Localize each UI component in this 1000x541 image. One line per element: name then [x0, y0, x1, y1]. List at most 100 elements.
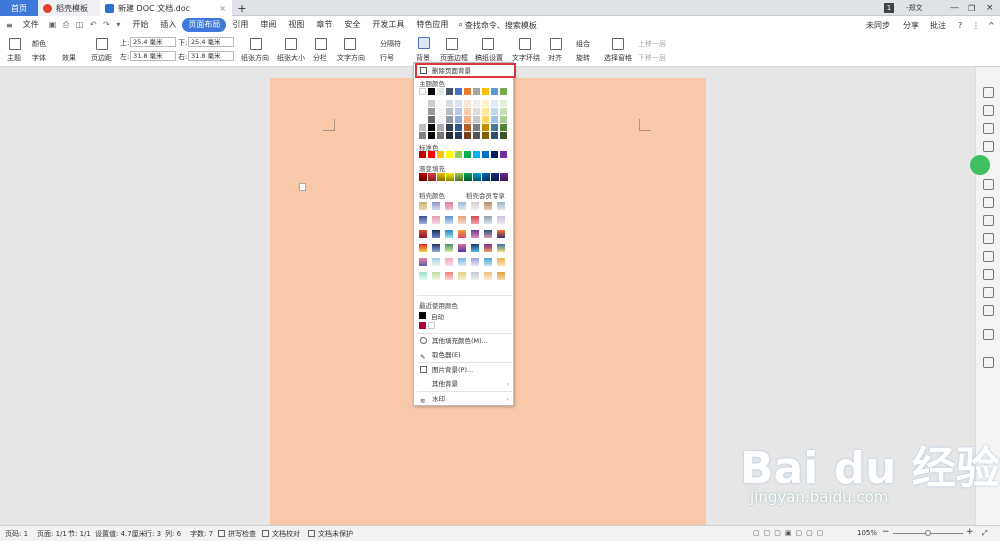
sync-status[interactable]: 未同步 [866, 20, 890, 31]
shell-color-swatch[interactable] [497, 230, 505, 238]
gradient-swatch[interactable] [482, 173, 490, 181]
shell-color-swatch[interactable] [458, 258, 466, 266]
protect-status[interactable]: 文档未保护 [318, 529, 353, 539]
fit-window-icon[interactable]: ⤢ [982, 529, 988, 538]
gradient-swatch[interactable] [437, 173, 445, 181]
tab-document[interactable]: 新建 DOC 文档.doc × [100, 0, 232, 16]
selection-pane-icon[interactable] [612, 38, 624, 50]
shell-color-swatch[interactable] [497, 244, 505, 252]
theme-color-swatch[interactable] [464, 108, 471, 115]
theme-button[interactable]: 主题 [7, 53, 21, 63]
stamp-icon[interactable] [983, 141, 994, 152]
align-button[interactable]: 对齐 [548, 53, 562, 63]
share-button[interactable]: 分享 [903, 20, 919, 31]
theme-color-swatch[interactable] [437, 100, 444, 107]
theme-color-swatch[interactable] [482, 100, 489, 107]
theme-color-swatch[interactable] [491, 124, 498, 131]
menu-reference[interactable]: 引用 [226, 18, 254, 32]
menu-chapter[interactable]: 章节 [310, 18, 338, 32]
shell-color-swatch[interactable] [419, 272, 427, 280]
shell-color-swatch[interactable] [497, 216, 505, 224]
shell-color-swatch[interactable] [471, 272, 479, 280]
export-icon[interactable] [983, 251, 994, 262]
theme-color-swatch[interactable] [428, 132, 435, 139]
paper-setting-icon[interactable] [482, 38, 494, 50]
columns-icon[interactable] [315, 38, 327, 50]
gradient-swatch[interactable] [446, 173, 454, 181]
background-icon[interactable] [418, 37, 430, 49]
theme-color-swatch[interactable] [455, 88, 462, 95]
theme-color-swatch[interactable] [455, 108, 462, 115]
standard-color-swatch[interactable] [428, 151, 435, 158]
menu-page-layout[interactable]: 页面布局 [182, 18, 227, 32]
theme-color-swatch[interactable] [464, 124, 471, 131]
theme-color-swatch[interactable] [419, 132, 426, 139]
shell-color-swatch[interactable] [445, 244, 453, 252]
shell-color-swatch[interactable] [471, 216, 479, 224]
menu-dev-tools[interactable]: 开发工具 [366, 18, 410, 32]
theme-color-swatch[interactable] [428, 108, 435, 115]
wrap-icon[interactable] [519, 38, 531, 50]
user-name[interactable]: -郑文 [906, 0, 923, 16]
orientation-button[interactable]: 纸张方向 [241, 53, 269, 63]
page-border-icon[interactable] [446, 38, 458, 50]
standard-color-swatch[interactable] [491, 151, 498, 158]
menu-insert[interactable]: 插入 [154, 18, 182, 32]
zoom-in-icon[interactable]: + [966, 527, 974, 537]
close-tab-icon[interactable]: × [219, 4, 226, 13]
view-mode-icons[interactable]: ▢▢▢▣▢▢▢ [753, 529, 827, 537]
text-direction-icon[interactable] [344, 38, 356, 50]
theme-color-swatch[interactable] [419, 116, 426, 123]
standard-color-swatch[interactable] [446, 151, 453, 158]
more-tools-icon[interactable] [983, 357, 994, 368]
theme-color-swatch[interactable] [491, 88, 498, 95]
theme-color-swatch[interactable] [446, 132, 453, 139]
theme-color-swatch[interactable] [428, 88, 435, 95]
settings-icon[interactable] [983, 215, 994, 226]
shell-color-swatch[interactable] [432, 216, 440, 224]
bottom-margin-input[interactable]: 25.4 毫米 [188, 37, 234, 47]
rotate-button[interactable]: 旋转 [576, 53, 590, 63]
theme-color-swatch[interactable] [464, 132, 471, 139]
theme-color-swatch[interactable] [482, 116, 489, 123]
grid-icon[interactable] [983, 179, 994, 190]
picture-background-item[interactable]: 图片背景(P)... [417, 364, 512, 376]
standard-color-swatch[interactable] [473, 151, 480, 158]
auto-color-option[interactable]: 自动 [431, 311, 444, 321]
theme-color-swatch[interactable] [437, 132, 444, 139]
theme-color-swatch[interactable] [464, 116, 471, 123]
chart-icon[interactable] [983, 197, 994, 208]
menu-special[interactable]: 特色应用 [410, 18, 454, 32]
margin-button[interactable]: 页边距 [91, 53, 112, 63]
theme-color-swatch[interactable] [473, 108, 480, 115]
effect-button[interactable]: 效果 [62, 53, 76, 63]
theme-color-swatch[interactable] [491, 100, 498, 107]
shell-color-swatch[interactable] [497, 258, 505, 266]
status-words[interactable]: 字数: 7 [190, 529, 213, 539]
left-margin-input[interactable]: 31.8 毫米 [130, 51, 176, 61]
shell-color-swatch[interactable] [458, 272, 466, 280]
standard-color-swatch[interactable] [455, 151, 462, 158]
theme-color-swatch[interactable] [446, 88, 453, 95]
shell-color-swatch[interactable] [419, 258, 427, 266]
shell-color-swatch[interactable] [484, 216, 492, 224]
shell-color-swatch[interactable] [445, 272, 453, 280]
theme-color-swatch[interactable] [473, 132, 480, 139]
theme-color-swatch[interactable] [491, 132, 498, 139]
shell-color-swatch[interactable] [445, 258, 453, 266]
shell-color-swatch[interactable] [445, 230, 453, 238]
other-fill-color-item[interactable]: 其他填充颜色(M)... [417, 335, 512, 347]
collapse-ribbon-icon[interactable]: ^ [988, 21, 995, 30]
shell-color-swatch[interactable] [497, 202, 505, 210]
theme-color-swatch[interactable] [428, 124, 435, 131]
theme-color-swatch[interactable] [500, 132, 507, 139]
gradient-swatch[interactable] [464, 173, 472, 181]
bring-forward-button[interactable]: 上移一层 [638, 39, 666, 49]
shell-color-swatch[interactable] [471, 244, 479, 252]
theme-color-swatch[interactable] [428, 116, 435, 123]
assistant-icon[interactable] [970, 155, 990, 175]
orientation-icon[interactable] [250, 38, 262, 50]
theme-color-swatch[interactable] [455, 116, 462, 123]
menu-view[interactable]: 视图 [282, 18, 310, 32]
theme-color-swatch[interactable] [464, 88, 471, 95]
